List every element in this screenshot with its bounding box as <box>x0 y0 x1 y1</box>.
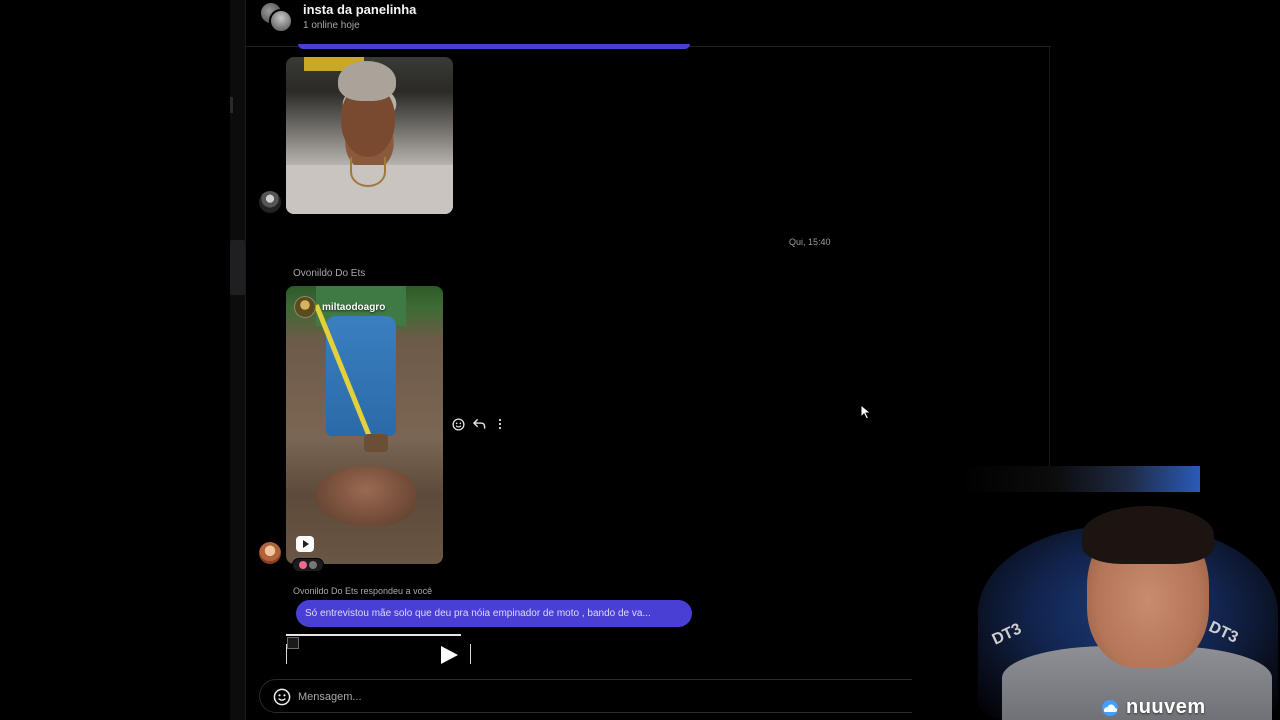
media-preview[interactable] <box>286 634 471 666</box>
reel-scene-boot <box>364 434 388 452</box>
media-preview-right-border <box>470 644 471 664</box>
sender-avatar-ovonildo[interactable] <box>259 542 281 564</box>
previous-message-bubble-edge <box>298 44 690 49</box>
play-icon[interactable] <box>441 646 458 664</box>
sponsor-logo-text: nuuvem <box>1126 696 1206 718</box>
group-title[interactable]: insta da panelinha <box>303 2 416 17</box>
reel-author-username: miltaodoagro <box>322 301 386 313</box>
sender-avatar[interactable] <box>259 191 281 213</box>
reel-author-avatar <box>294 296 316 318</box>
group-online-status: 1 online hoje <box>303 20 360 31</box>
sponsor-logo: nuuvem <box>1098 696 1206 719</box>
reel-author[interactable]: miltaodoagro <box>294 296 385 318</box>
message-input[interactable] <box>298 686 898 708</box>
gif-image-message[interactable] <box>286 57 453 214</box>
group-avatar-member-2 <box>269 9 293 33</box>
sender-name[interactable]: Ovonildo Do Ets <box>293 268 365 279</box>
reel-icon <box>296 536 314 552</box>
smiley-icon[interactable] <box>451 417 465 431</box>
message-reactions[interactable] <box>292 558 324 572</box>
message-timestamp: Qui, 15:40 <box>789 237 831 247</box>
more-vertical-icon[interactable] <box>493 417 507 431</box>
left-panel-marker <box>230 97 233 113</box>
left-panel-strip <box>230 0 245 720</box>
chat-header: insta da panelinha 1 online hoje <box>246 0 1051 49</box>
media-preview-left-border <box>286 644 287 664</box>
reel-scene-rock <box>316 466 416 526</box>
mouse-cursor-icon <box>860 403 872 420</box>
microphone-stand <box>960 466 1200 492</box>
reel-message[interactable]: miltaodoagro <box>286 286 443 564</box>
reply-arrow-icon[interactable] <box>472 417 486 431</box>
group-avatar[interactable] <box>259 1 293 33</box>
replied-to-you-label: Ovonildo Do Ets respondeu a você <box>293 586 433 596</box>
left-panel-scrollbar[interactable] <box>230 240 245 295</box>
media-preview-top-border <box>286 634 461 636</box>
streamer-hair <box>1082 506 1214 564</box>
broken-image-icon <box>287 637 299 649</box>
gif-image-hair <box>338 61 396 101</box>
message-actions <box>451 417 507 431</box>
gif-image-necklace <box>350 157 386 187</box>
screen: insta da panelinha 1 online hoje Qui, 15… <box>0 0 1280 720</box>
reaction-emoji-2 <box>309 561 317 569</box>
webcam-overlay: DT3 DT3 nuuvem <box>912 466 1280 720</box>
cloud-icon <box>1098 699 1122 716</box>
reaction-emoji-1 <box>299 561 307 569</box>
quoted-reply-bubble[interactable]: Só entrevistou mãe solo que deu pra nóia… <box>296 600 692 627</box>
emoji-picker-icon[interactable] <box>273 688 291 706</box>
